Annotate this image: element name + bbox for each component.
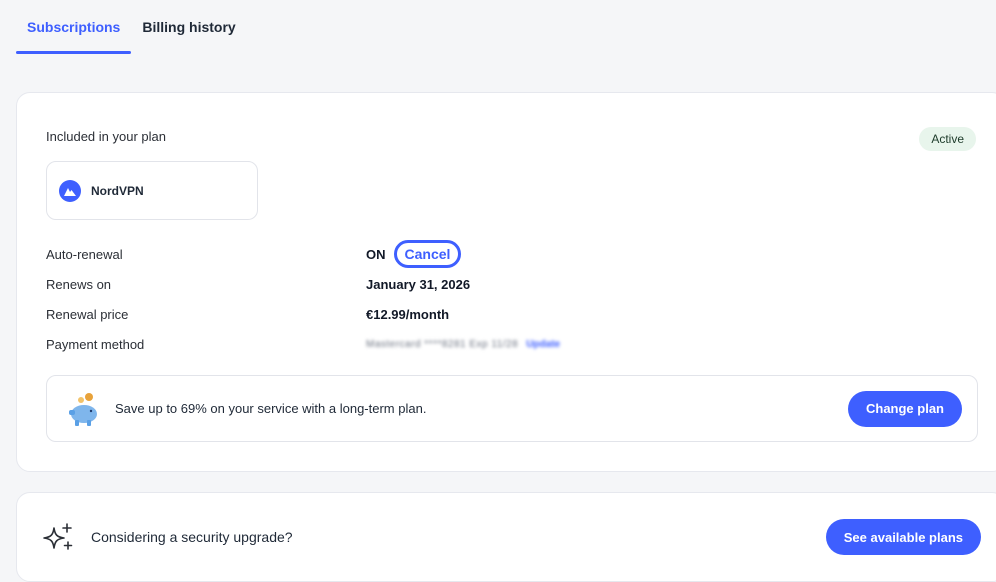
detail-row-renews-on: Renews on January 31, 2026: [46, 269, 946, 299]
promo-banner: Save up to 69% on your service with a lo…: [46, 375, 978, 442]
renewal-price-label: Renewal price: [46, 306, 129, 322]
detail-row-payment-method: Payment method Mastercard ****8281 Exp 1…: [46, 329, 946, 359]
detail-row-auto-renewal: Auto-renewal ON Cancel: [46, 239, 946, 269]
product-name: NordVPN: [91, 183, 144, 198]
plan-details: Auto-renewal ON Cancel Renews on January…: [46, 239, 946, 359]
included-label: Included in your plan: [46, 129, 166, 144]
see-available-plans-button[interactable]: See available plans: [825, 519, 981, 555]
tab-subscriptions[interactable]: Subscriptions: [16, 0, 132, 54]
upgrade-row: Considering a security upgrade? See avai…: [41, 519, 981, 555]
tab-billing-history[interactable]: Billing history: [131, 0, 246, 54]
plan-card: Included in your plan Active NordVPN Aut…: [16, 92, 996, 472]
nordvpn-logo-icon: [59, 179, 81, 202]
upgrade-text: Considering a security upgrade?: [91, 529, 293, 545]
renews-on-label: Renews on: [46, 276, 112, 292]
change-plan-button[interactable]: Change plan: [847, 390, 962, 427]
payment-method-value: Mastercard ****8281 Exp 11/28: [366, 338, 519, 350]
payment-method-label: Payment method: [46, 336, 145, 352]
detail-row-renewal-price: Renewal price €12.99/month: [46, 299, 946, 329]
auto-renewal-value-group: ON Cancel: [366, 240, 462, 268]
promo-text: Save up to 69% on your service with a lo…: [115, 401, 427, 416]
payment-method-value-group: Mastercard ****8281 Exp 11/28 Update: [366, 339, 560, 350]
sparkle-icon: [41, 522, 75, 552]
auto-renewal-label: Auto-renewal: [46, 246, 123, 262]
auto-renewal-value: ON: [366, 246, 386, 262]
renews-on-value: January 31, 2026: [366, 276, 471, 292]
piggy-bank-icon: [65, 392, 101, 426]
cancel-button[interactable]: Cancel: [393, 240, 462, 268]
update-payment-link[interactable]: Update: [526, 339, 560, 350]
product-card: NordVPN: [46, 161, 258, 220]
renewal-price-value: €12.99/month: [366, 306, 450, 322]
status-badge: Active: [919, 127, 976, 151]
upgrade-card: Considering a security upgrade? See avai…: [16, 492, 996, 582]
tab-bar: Subscriptions Billing history: [16, 0, 247, 54]
